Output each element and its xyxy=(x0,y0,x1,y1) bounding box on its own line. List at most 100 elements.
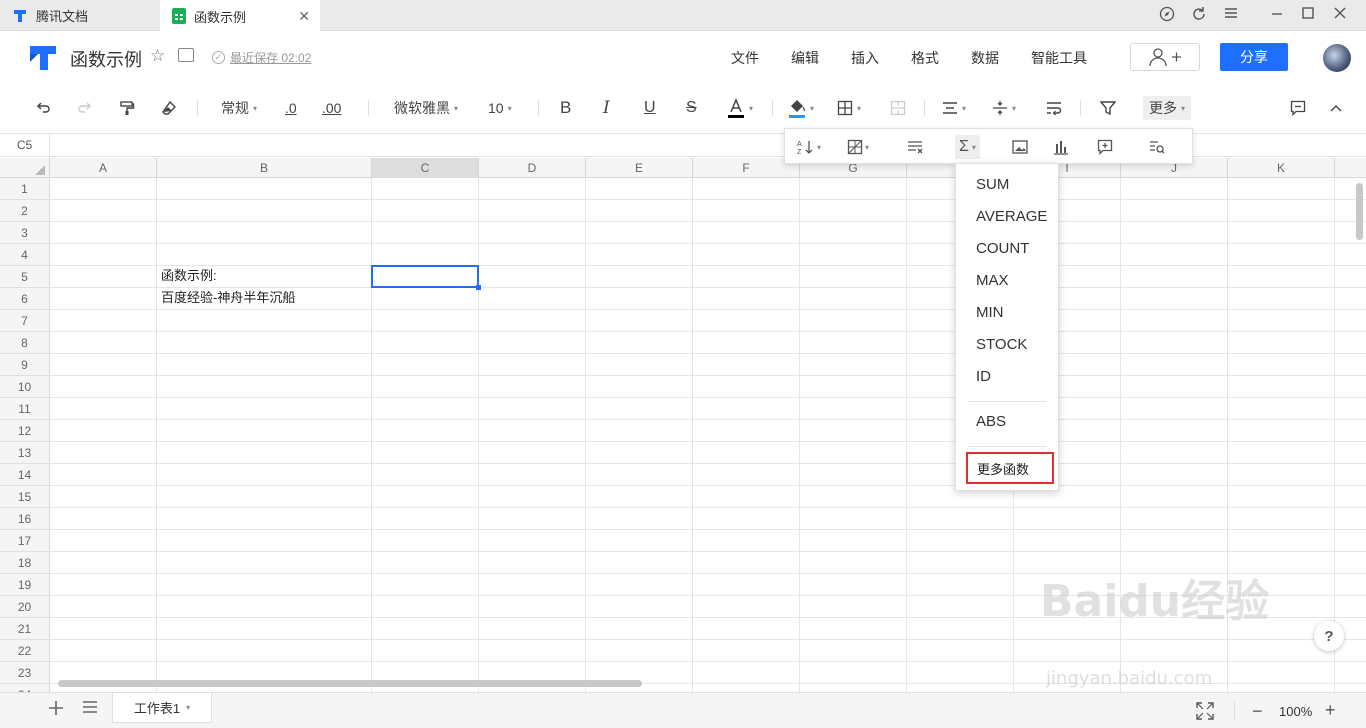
underline-icon[interactable]: U xyxy=(644,98,656,118)
move-to-folder-icon[interactable] xyxy=(178,48,194,62)
column-header[interactable]: A xyxy=(50,158,157,178)
menu-file[interactable]: 文件 xyxy=(731,48,759,68)
cell-b6[interactable]: 百度经验-神舟半年沉船 xyxy=(157,287,295,309)
row-header[interactable]: 17 xyxy=(0,530,50,552)
row-header[interactable]: 13 xyxy=(0,442,50,464)
row-header[interactable]: 3 xyxy=(0,222,50,244)
fullscreen-icon[interactable] xyxy=(1196,702,1214,723)
row-header[interactable]: 21 xyxy=(0,618,50,640)
format-painter-icon[interactable] xyxy=(119,98,135,118)
row-header[interactable]: 14 xyxy=(0,464,50,486)
share-button[interactable]: 分享 xyxy=(1220,43,1288,71)
star-icon[interactable]: ☆ xyxy=(150,46,165,66)
insert-image-icon[interactable] xyxy=(1012,138,1028,156)
menu-item-stock[interactable]: STOCK xyxy=(976,336,1027,353)
more-functions-button[interactable]: 更多函数 xyxy=(966,452,1054,484)
eraser-icon[interactable] xyxy=(161,98,177,118)
add-sheet-icon[interactable] xyxy=(48,699,64,722)
vertical-scrollbar[interactable] xyxy=(1356,183,1363,240)
italic-icon[interactable]: I xyxy=(603,98,610,118)
strikethrough-icon[interactable]: S xyxy=(686,98,697,118)
bold-icon[interactable]: B xyxy=(560,98,571,118)
text-wrap-icon[interactable] xyxy=(1046,98,1062,118)
menu-insert[interactable]: 插入 xyxy=(851,48,879,68)
column-header[interactable]: D xyxy=(479,158,586,178)
font-family-select[interactable]: 微软雅黑 ▾ xyxy=(394,98,458,118)
merge-cells-icon[interactable] xyxy=(890,98,906,118)
menu-item-count[interactable]: COUNT xyxy=(976,240,1029,257)
tencent-docs-logo-icon[interactable] xyxy=(28,44,58,72)
column-header[interactable]: K xyxy=(1228,158,1335,178)
add-collaborator-button[interactable] xyxy=(1130,43,1200,71)
menu-item-sum[interactable]: SUM xyxy=(976,176,1009,193)
close-tab-icon[interactable]: ✕ xyxy=(298,8,310,25)
more-tools-button[interactable]: 更多 ▾ xyxy=(1143,96,1192,120)
comment-icon[interactable] xyxy=(1290,98,1306,118)
row-header[interactable]: 6 xyxy=(0,288,50,310)
function-sum-button[interactable]: Σ ▾ xyxy=(955,135,980,159)
increase-decimal-button[interactable]: .00 xyxy=(322,98,341,118)
redo-icon[interactable] xyxy=(77,98,93,118)
menu-item-abs[interactable]: ABS xyxy=(976,413,1006,430)
row-header[interactable]: 19 xyxy=(0,574,50,596)
maximize-icon[interactable] xyxy=(1301,6,1315,23)
close-window-icon[interactable] xyxy=(1333,6,1347,23)
menu-item-average[interactable]: AVERAGE xyxy=(976,208,1047,225)
fill-color-icon[interactable]: ▾ xyxy=(788,98,814,118)
menu-item-max[interactable]: MAX xyxy=(976,272,1009,289)
row-header[interactable]: 12 xyxy=(0,420,50,442)
menu-smart-tools[interactable]: 智能工具 xyxy=(1031,48,1087,68)
row-header[interactable]: 1 xyxy=(0,178,50,200)
row-header[interactable]: 10 xyxy=(0,376,50,398)
row-header[interactable]: 18 xyxy=(0,552,50,574)
menu-item-min[interactable]: MIN xyxy=(976,304,1004,321)
menu-data[interactable]: 数据 xyxy=(971,48,999,68)
insert-chart-icon[interactable] xyxy=(1053,138,1069,156)
vertical-align-icon[interactable]: ▾ xyxy=(992,98,1016,118)
row-header[interactable]: 8 xyxy=(0,332,50,354)
row-header[interactable]: 5 xyxy=(0,266,50,288)
font-size-select[interactable]: 10 ▾ xyxy=(488,98,512,118)
sheet-tab[interactable]: 工作表1 ▾ xyxy=(112,693,212,723)
zoom-out-button[interactable]: − xyxy=(1252,701,1263,722)
avatar[interactable] xyxy=(1323,44,1351,72)
row-header[interactable]: 15 xyxy=(0,486,50,508)
selected-cell-c5[interactable] xyxy=(371,265,481,290)
sheet-list-icon[interactable] xyxy=(82,699,98,720)
column-header[interactable]: B xyxy=(157,158,372,178)
insert-comment-icon[interactable] xyxy=(1097,138,1113,156)
column-header[interactable]: E xyxy=(586,158,693,178)
save-status[interactable]: ✓ 最近保存 02:02 xyxy=(212,49,311,66)
horizontal-scrollbar[interactable] xyxy=(58,680,642,687)
menu-item-id[interactable]: ID xyxy=(976,368,991,385)
find-replace-icon[interactable] xyxy=(1149,138,1165,156)
row-header[interactable]: 9 xyxy=(0,354,50,376)
row-header[interactable]: 24 xyxy=(0,684,50,692)
font-color-icon[interactable]: ▾ xyxy=(727,98,753,118)
row-header[interactable]: 16 xyxy=(0,508,50,530)
borders-icon[interactable]: ▾ xyxy=(837,98,861,118)
collapse-toolbar-icon[interactable] xyxy=(1329,98,1343,118)
help-button[interactable]: ? xyxy=(1314,621,1344,651)
refresh-icon[interactable] xyxy=(1191,6,1207,25)
menu-edit[interactable]: 编辑 xyxy=(791,48,819,68)
zoom-in-button[interactable]: + xyxy=(1325,700,1336,721)
row-header[interactable]: 23 xyxy=(0,662,50,684)
row-header[interactable]: 11 xyxy=(0,398,50,420)
compass-icon[interactable] xyxy=(1159,6,1175,25)
select-all-corner[interactable] xyxy=(0,158,50,178)
number-format-select[interactable]: 常规 ▾ xyxy=(221,98,257,118)
column-header[interactable]: C xyxy=(372,158,479,178)
cell-b5[interactable]: 函数示例: xyxy=(157,265,217,287)
clear-format-icon[interactable] xyxy=(907,138,923,156)
row-header[interactable]: 2 xyxy=(0,200,50,222)
minimize-icon[interactable] xyxy=(1270,6,1284,23)
document-title[interactable]: 函数示例 xyxy=(70,46,142,72)
decrease-decimal-button[interactable]: .0 xyxy=(285,98,297,118)
filter-icon[interactable] xyxy=(1100,98,1116,118)
conditional-format-icon[interactable]: ▾ xyxy=(847,138,869,156)
sort-icon[interactable]: A Z ▾ xyxy=(797,138,821,156)
row-header[interactable]: 4 xyxy=(0,244,50,266)
row-header[interactable]: 22 xyxy=(0,640,50,662)
horizontal-align-icon[interactable]: ▾ xyxy=(942,98,966,118)
